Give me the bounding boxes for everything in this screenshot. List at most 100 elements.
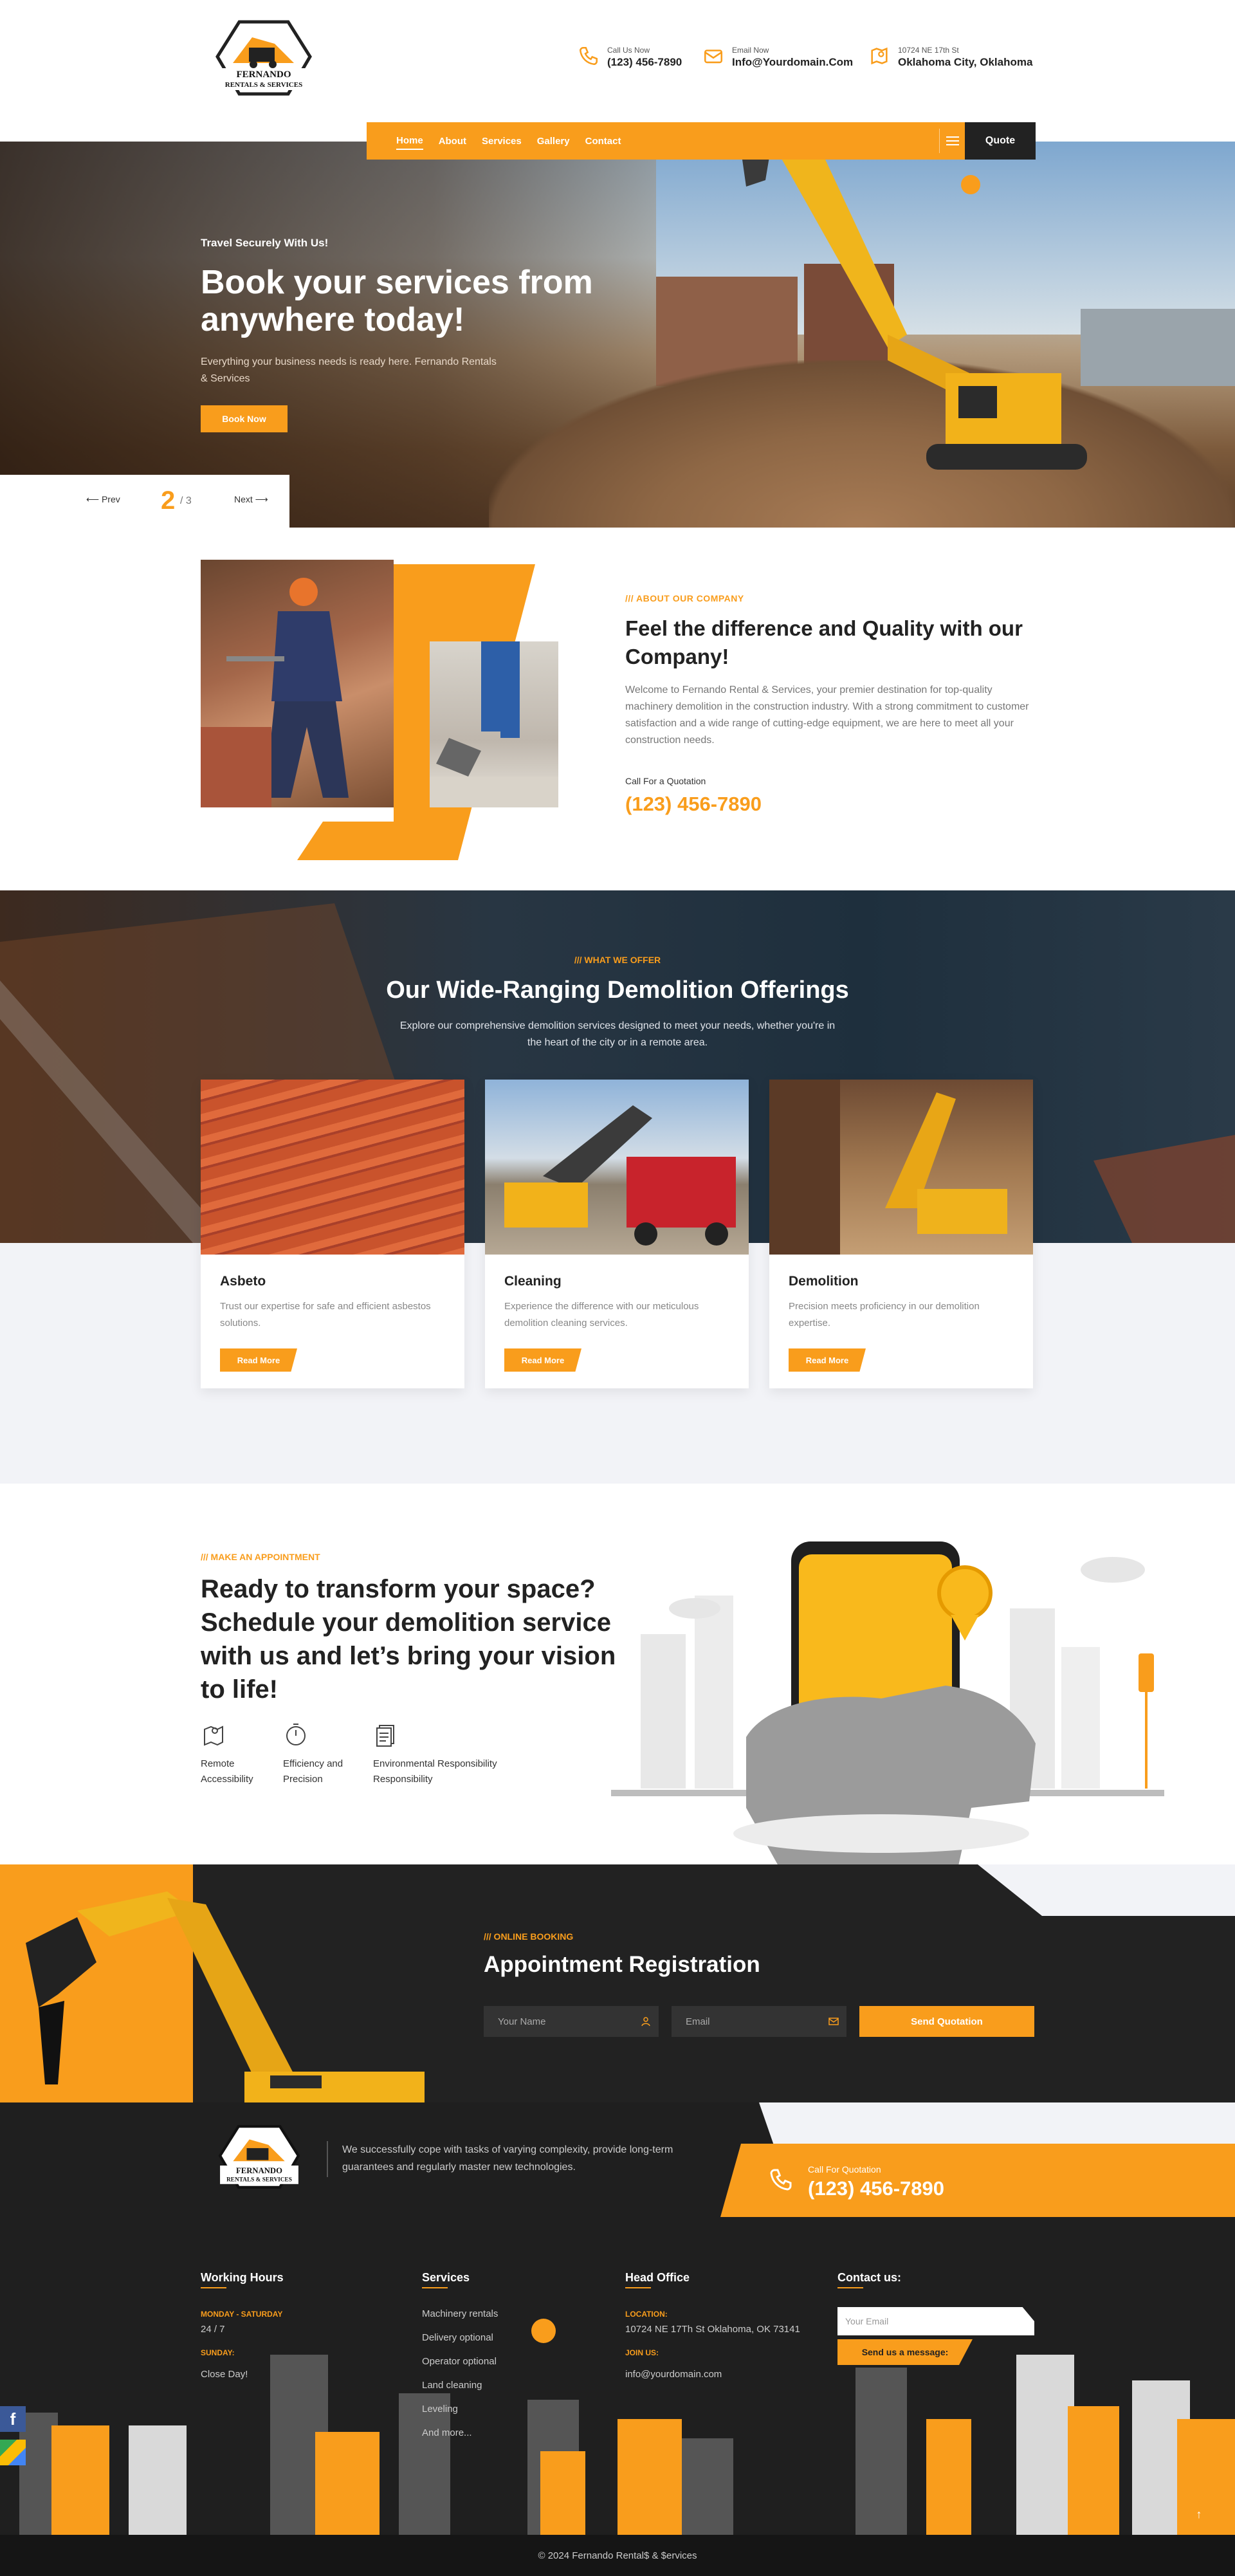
prev-slide-button[interactable]: ⟵ Prev xyxy=(86,494,120,505)
hamburger-icon xyxy=(946,136,959,145)
logo-text-bottom: RENTALS & SERVICES xyxy=(225,81,302,89)
feature-line1: Environmental Responsibility xyxy=(373,1758,497,1769)
footer-service-link[interactable]: Operator optional xyxy=(422,2356,497,2367)
read-more-button[interactable]: Read More xyxy=(504,1348,581,1372)
user-icon xyxy=(641,2017,650,2027)
services-title: Our Wide-Ranging Demolition Offerings xyxy=(386,977,849,1004)
footer-about-text: We successfully cope with tasks of varyi… xyxy=(342,2144,673,2173)
copyright-bar: © 2024 Fernando Rental$ & $ervices xyxy=(0,2535,1235,2576)
nav-gallery[interactable]: Gallery xyxy=(537,133,570,149)
excavator-illustration xyxy=(740,142,1087,470)
header-call[interactable]: Call Us Now (123) 456-7890 xyxy=(578,45,682,69)
feature-line2: Accessibility xyxy=(201,1774,253,1785)
phone-icon xyxy=(770,2169,792,2191)
appointment-title: Ready to transform your space? Schedule … xyxy=(201,1575,616,1704)
slide-total: / 3 xyxy=(180,495,192,506)
name-input-placeholder: Your Name xyxy=(498,2016,546,2027)
about-call-label: Call For a Quotation xyxy=(625,776,706,786)
hero-text: Everything your business needs is ready … xyxy=(201,356,497,384)
service-card-cleaning[interactable]: Cleaning Experience the difference with … xyxy=(485,1080,749,1388)
excavator-arm-illustration xyxy=(26,1891,425,2104)
services-col-title: Services xyxy=(422,2271,470,2288)
send-quotation-button[interactable]: Send Quotation xyxy=(859,2006,1034,2037)
footer-call-phone: (123) 456-7890 xyxy=(808,2177,944,2200)
company-logo[interactable]: FERNANDO RENTALS & SERVICES xyxy=(214,18,314,102)
back-to-top-button[interactable]: ↑ xyxy=(1186,2501,1212,2527)
service-card-image xyxy=(201,1080,464,1255)
hero-title: Book your services from anywhere today! xyxy=(201,264,593,338)
site-header: FERNANDO RENTALS & SERVICES Call Us Now(… xyxy=(0,0,1235,142)
hours-val2: Close Day! xyxy=(201,2369,248,2380)
footer-service-link[interactable]: Land cleaning xyxy=(422,2380,482,2391)
appointment-tag: /// MAKE AN APPOINTMENT xyxy=(201,1552,320,1562)
address-value: Oklahoma City, Oklahoma xyxy=(898,56,1033,68)
hours-title: Working Hours xyxy=(201,2271,284,2288)
booking-tag: /// ONLINE BOOKING xyxy=(484,1931,574,1942)
nav-contact[interactable]: Contact xyxy=(585,133,621,149)
service-card-text: Trust our expertise for safe and efficie… xyxy=(220,1301,431,1329)
google-maps-icon[interactable] xyxy=(0,2440,26,2465)
copyright-text: © 2024 Fernando Rental$ & $ervices xyxy=(538,2550,697,2561)
footer-call-box[interactable]: Call For Quotation (123) 456-7890 xyxy=(720,2144,1235,2217)
service-card-demolition[interactable]: Demolition Precision meets proficiency i… xyxy=(769,1080,1033,1388)
next-label: Next xyxy=(234,494,253,504)
service-card-asbeto[interactable]: Asbeto Trust our expertise for safe and … xyxy=(201,1080,464,1388)
quote-button[interactable]: Quote xyxy=(965,122,1036,160)
footer-service-link[interactable]: Machinery rentals xyxy=(422,2308,498,2319)
footer-city-illustration xyxy=(19,2355,1235,2535)
join-value[interactable]: info@yourdomain.com xyxy=(625,2369,722,2380)
facebook-icon[interactable]: f xyxy=(0,2406,26,2432)
footer-logo-text-bottom: RENTALS & SERVICES xyxy=(226,2177,292,2184)
email-input[interactable]: Email xyxy=(672,2006,846,2037)
appointment-illustration xyxy=(611,1541,1164,1866)
nav-about[interactable]: About xyxy=(439,133,466,149)
about-phone[interactable]: (123) 456-7890 xyxy=(625,793,762,816)
about-image-shovel xyxy=(430,641,558,807)
email-label: Email Now xyxy=(732,46,769,55)
envelope-icon xyxy=(704,50,723,64)
hours-day2: SUNDAY: xyxy=(201,2348,235,2357)
footer-logo-text-top: FERNANDO xyxy=(236,2166,282,2175)
header-address[interactable]: 10724 NE 17th St Oklahoma City, Oklahoma xyxy=(868,45,1032,69)
document-icon xyxy=(376,1725,394,1747)
send-message-button[interactable]: Send us a message: xyxy=(837,2339,973,2365)
stopwatch-icon xyxy=(286,1724,306,1745)
map-pin-icon xyxy=(871,47,888,65)
read-more-button[interactable]: Read More xyxy=(220,1348,297,1372)
address-label: 10724 NE 17th St xyxy=(898,46,959,55)
about-text: Welcome to Fernando Rental & Services, y… xyxy=(625,685,1029,746)
about-title: Feel the difference and Quality with our… xyxy=(625,616,1023,668)
footer-email-input[interactable]: Your Email xyxy=(837,2307,1034,2335)
email-input-placeholder: Email xyxy=(686,2016,710,2027)
feature-line1: Efficiency and xyxy=(283,1758,343,1769)
prev-label: Prev xyxy=(101,494,120,504)
service-card-image xyxy=(769,1080,1033,1255)
service-card-title: Demolition xyxy=(789,1274,859,1289)
nav-home[interactable]: Home xyxy=(396,133,423,150)
service-card-image xyxy=(485,1080,749,1255)
call-label: Call Us Now xyxy=(607,46,650,55)
header-email[interactable]: Email Now Info@Yourdomain.Com xyxy=(702,45,853,69)
read-more-button[interactable]: Read More xyxy=(789,1348,866,1372)
footer-service-link[interactable]: Delivery optional xyxy=(422,2332,493,2343)
location-label: LOCATION: xyxy=(625,2310,668,2319)
book-now-button[interactable]: Book Now xyxy=(201,405,288,432)
call-value: (123) 456-7890 xyxy=(607,56,682,68)
name-input[interactable]: Your Name xyxy=(484,2006,659,2037)
footer-email-placeholder: Your Email xyxy=(845,2316,889,2326)
phone-icon xyxy=(579,46,598,66)
footer-service-link[interactable]: And more... xyxy=(422,2427,472,2438)
feature-line1: Remote xyxy=(201,1758,235,1769)
footer-divider xyxy=(327,2141,328,2177)
logo-text-top: FERNANDO xyxy=(237,69,291,80)
envelope-icon xyxy=(828,2018,839,2025)
service-card-text: Experience the difference with our metic… xyxy=(504,1301,699,1329)
hero-tagline: Travel Securely With Us! xyxy=(201,237,329,249)
footer-logo[interactable]: FERNANDO RENTALS & SERVICES xyxy=(212,2123,306,2194)
services-text: Explore our comprehensive demolition ser… xyxy=(399,1020,836,1048)
office-title: Head Office xyxy=(625,2271,690,2288)
nav-services[interactable]: Services xyxy=(482,133,522,149)
next-slide-button[interactable]: Next ⟶ xyxy=(234,494,268,505)
hamburger-menu-button[interactable] xyxy=(939,129,965,153)
footer-service-link[interactable]: Leveling xyxy=(422,2404,458,2415)
